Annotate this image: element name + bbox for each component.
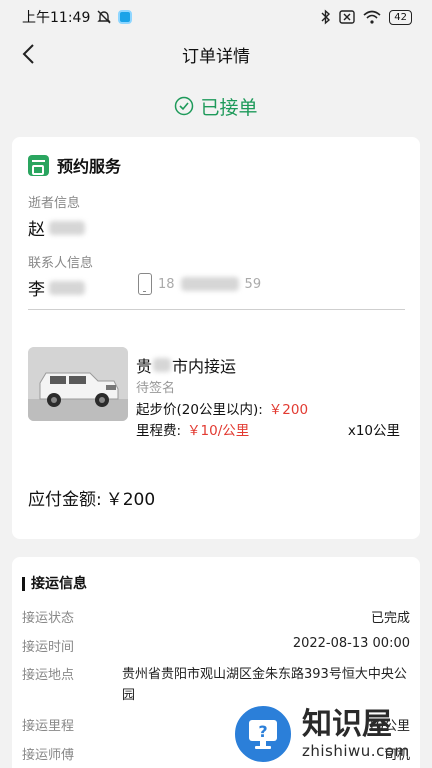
redacted-text	[153, 358, 172, 372]
back-icon[interactable]	[14, 40, 42, 68]
product-status: 待签名	[136, 381, 176, 396]
contact-name: 李	[28, 275, 85, 300]
check-circle-icon	[175, 96, 194, 116]
phone-prefix: 18	[158, 276, 175, 292]
redacted-text	[180, 277, 239, 291]
contact-label: 联系人信息	[28, 256, 94, 271]
redacted-text	[49, 280, 85, 295]
order-status-banner: 已接单	[0, 86, 432, 126]
row-value: 2022-08-13 00:00	[292, 636, 410, 651]
app-notification-icon	[118, 10, 133, 24]
product-title: 贵 市内接运	[136, 353, 236, 377]
product-title-prefix: 贵	[136, 357, 153, 376]
mileage-quantity: x10公里	[347, 423, 400, 439]
status-time: 上午11:49	[22, 10, 91, 26]
product-title-suffix: 市内接运	[172, 357, 237, 376]
total-label: 应付金额:	[28, 490, 102, 510]
total-amount: 应付金额: ￥200	[28, 485, 155, 510]
phone-icon	[138, 273, 152, 295]
service-card: 预约服务 逝者信息 赵 联系人信息 李 18 59 贵 市内接运 待签名 起步价…	[12, 137, 420, 539]
mileage-fee: 里程费: ￥10/公里	[136, 419, 249, 439]
row-key: 接运时间	[22, 640, 75, 655]
phone-suffix: 59	[244, 276, 262, 292]
page-title: 订单详情	[182, 46, 250, 67]
no-sim-icon	[339, 10, 355, 24]
mileage-value: ￥10/公里	[187, 423, 250, 439]
bluetooth-icon	[321, 9, 331, 25]
divider	[28, 309, 405, 310]
start-price-value: ￥200	[268, 402, 309, 418]
watermark-en: zhishiwu.com	[302, 742, 410, 760]
row-key: 接运师傅	[22, 748, 75, 763]
row-key: 接运状态	[22, 611, 75, 626]
nav-bar: 订单详情	[0, 34, 432, 74]
mileage-label: 里程费:	[136, 423, 182, 439]
transport-title: 接运信息	[22, 577, 87, 591]
battery-icon: 42	[389, 9, 412, 25]
contact-name-text: 李	[28, 280, 45, 300]
service-icon	[28, 154, 49, 176]
deceased-label: 逝者信息	[28, 196, 81, 211]
svg-text:?: ?	[258, 722, 267, 741]
service-header: 预约服务	[28, 153, 121, 177]
redacted-text	[49, 220, 85, 235]
row-value: 已完成	[370, 611, 410, 626]
start-price-label: 起步价(20公里以内):	[136, 402, 263, 418]
bell-muted-icon	[97, 10, 112, 24]
total-value: ￥200	[105, 490, 156, 510]
watermark-cn: 知识屋	[302, 707, 392, 742]
start-price: 起步价(20公里以内): ￥200	[136, 398, 308, 418]
contact-phone[interactable]: 18 59	[138, 273, 261, 295]
vehicle-image	[28, 347, 128, 421]
row-key: 接运里程	[22, 719, 75, 734]
deceased-name-text: 赵	[28, 220, 45, 240]
status-bar: 上午11:49 42	[0, 0, 432, 34]
help-monitor-icon: ?	[232, 703, 294, 765]
row-key: 接运地点	[22, 668, 75, 683]
wifi-icon	[363, 10, 381, 24]
deceased-name: 赵	[28, 215, 85, 240]
service-title: 预约服务	[57, 157, 122, 176]
watermark-logo: ? 知识屋 zhishiwu.com	[232, 700, 432, 768]
order-status-text: 已接单	[200, 96, 258, 119]
